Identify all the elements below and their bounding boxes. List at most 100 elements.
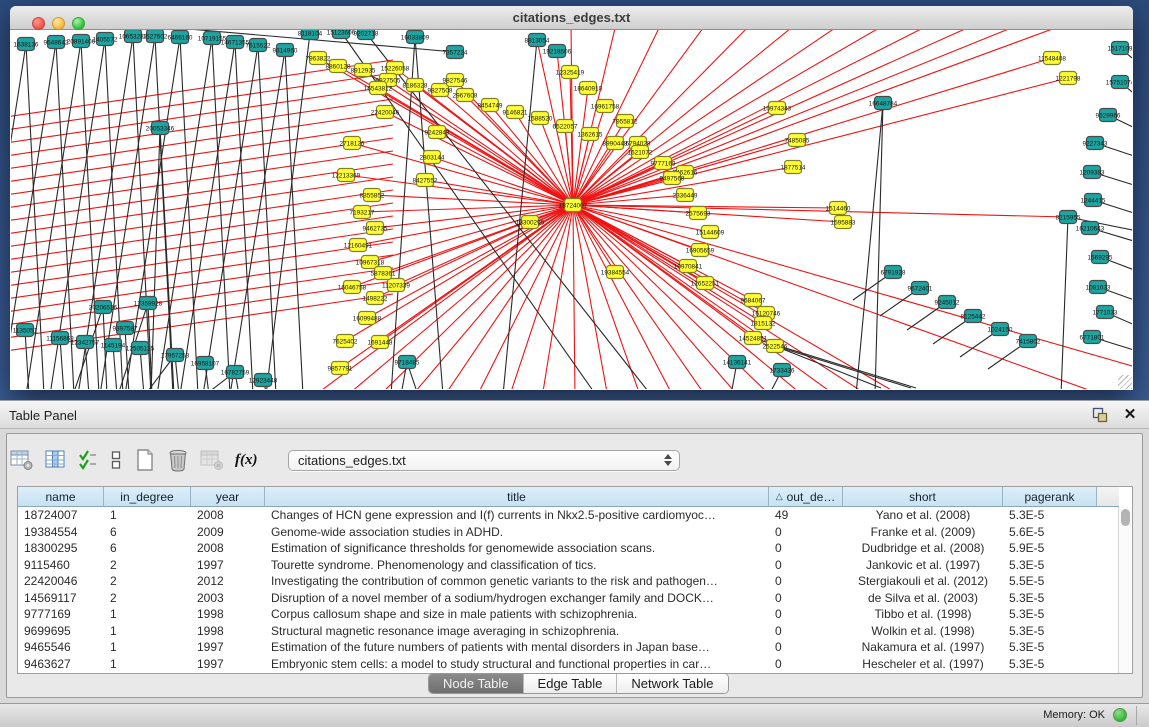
graph-node-teal[interactable]: 8118104 [298, 30, 323, 40]
cell-pagerank[interactable]: 5.3E-5 [1003, 623, 1097, 640]
table-row[interactable]: 969969511998Structural magnetic resonanc… [18, 623, 1119, 640]
graph-node-yellow[interactable]: 1514460 [826, 202, 851, 215]
column-header-in_degree[interactable]: in_degree [104, 487, 191, 507]
graph-node-yellow[interactable]: 6522057 [553, 120, 578, 133]
graph-edge[interactable] [542, 205, 573, 389]
cell-out_de[interactable]: 0 [769, 540, 843, 557]
graph-node-teal[interactable]: 14136141 [723, 356, 752, 369]
graph-node-yellow[interactable]: 8427552 [413, 174, 438, 187]
cell-year[interactable]: 2003 [191, 590, 265, 607]
graph-node-teal[interactable]: 9245012 [935, 296, 960, 309]
cell-out_de[interactable]: 0 [769, 557, 843, 574]
graph-node-yellow[interactable]: 9462735 [363, 222, 388, 235]
cell-in_degree[interactable]: 2 [104, 573, 191, 590]
cell-title[interactable]: Tourette syndrome. Phenomenology and cla… [265, 557, 769, 574]
graph-node-yellow[interactable]: 8860128 [326, 60, 351, 73]
cell-out_de[interactable]: 49 [769, 507, 843, 524]
cell-name[interactable]: 9115460 [18, 557, 104, 574]
cell-pagerank[interactable]: 5.5E-5 [1003, 573, 1097, 590]
graph-node-yellow[interactable]: 18640910 [574, 82, 603, 95]
cell-short[interactable]: Franke et al. (2009) [843, 524, 1003, 541]
cell-short[interactable]: Dudbridge et al. (2008) [843, 540, 1003, 557]
delete-column-trash-icon[interactable] [167, 448, 189, 472]
graph-node-teal[interactable]: 7357224 [443, 46, 468, 59]
cell-title[interactable]: Embryonic stem cells: a model to study s… [265, 656, 769, 673]
column-header-pagerank[interactable]: pagerank [1003, 487, 1097, 507]
graph-edge[interactable] [573, 30, 1066, 205]
graph-node-yellow[interactable]: 2336449 [673, 189, 698, 202]
cell-year[interactable]: 1997 [191, 656, 265, 673]
table-row[interactable]: 1938455462009Genome-wide association stu… [18, 524, 1119, 541]
cell-name[interactable]: 22420046 [18, 573, 104, 590]
graph-edge[interactable] [503, 40, 537, 389]
graph-node-yellow[interactable]: 7193217 [350, 206, 375, 219]
graph-node-yellow[interactable]: 9857791 [328, 362, 353, 375]
graph-node-teal[interactable]: 1024150 [988, 323, 1013, 336]
graph-node-yellow[interactable]: 8912935 [351, 64, 376, 77]
graph-node-teal[interactable]: 9227343 [1083, 137, 1108, 150]
graph-edge[interactable] [573, 205, 1068, 217]
graph-node-yellow[interactable]: 16099488 [353, 312, 382, 325]
cell-out_de[interactable]: 0 [769, 656, 843, 673]
graph-edge[interactable] [60, 338, 64, 389]
cell-pagerank[interactable]: 5.6E-5 [1003, 524, 1097, 541]
row-height-icon[interactable] [109, 448, 123, 472]
graph-node-teal[interactable]: 6771801 [1080, 331, 1105, 344]
column-header-title[interactable]: title [265, 487, 769, 507]
cell-name[interactable]: 9463627 [18, 656, 104, 673]
tab-edge-table[interactable]: Edge Table [524, 674, 618, 693]
cell-short[interactable]: Jankovic et al. (1997) [843, 557, 1003, 574]
table-row[interactable]: 946362711997Embryonic stem cells: a mode… [18, 656, 1119, 673]
graph-node-teal[interactable]: 1527602 [143, 30, 168, 43]
graph-edge[interactable] [25, 330, 29, 389]
cell-out_de[interactable]: 0 [769, 573, 843, 590]
cell-title[interactable]: Estimation of the future numbers of pati… [265, 639, 769, 656]
graph-node-teal[interactable]: 8813054 [525, 34, 550, 47]
table-row[interactable]: 1830029562008Estimation of significance … [18, 540, 1119, 557]
cell-name[interactable]: 9465546 [18, 639, 104, 656]
graph-node-teal[interactable]: 1733426 [770, 364, 795, 377]
graph-node-teal[interactable]: 9648642 [44, 36, 69, 49]
cell-name[interactable]: 9699695 [18, 623, 104, 640]
graph-node-yellow[interactable]: 8186328 [403, 79, 428, 92]
cell-short[interactable]: Nakamura et al. (1997) [843, 639, 1003, 656]
graph-node-teal[interactable]: 12923448 [249, 374, 278, 387]
graph-node-teal[interactable]: 9202718 [354, 30, 379, 40]
graph-node-yellow[interactable]: 8990448 [603, 137, 628, 150]
cell-pagerank[interactable]: 5.3E-5 [1003, 656, 1097, 673]
cell-in_degree[interactable]: 6 [104, 540, 191, 557]
graph-node-yellow[interactable]: 16046758 [338, 281, 367, 294]
graph-node-teal[interactable]: 16782759 [221, 366, 250, 379]
graph-node-yellow[interactable]: 1362615 [578, 128, 603, 141]
cell-title[interactable]: Changes of HCN gene expression and I(f) … [265, 507, 769, 524]
cell-name[interactable]: 18724007 [18, 507, 104, 524]
graph-node-yellow[interactable]: 8454749 [478, 99, 503, 112]
graph-node-teal[interactable]: 8215955 [1056, 211, 1081, 224]
cell-short[interactable]: Yano et al. (2008) [843, 507, 1003, 524]
graph-node-yellow[interactable]: 1877514 [781, 161, 806, 174]
cell-in_degree[interactable]: 2 [104, 590, 191, 607]
cell-title[interactable]: Disruption of a novel member of a sodium… [265, 590, 769, 607]
cell-in_degree[interactable]: 1 [104, 507, 191, 524]
graph-node-yellow[interactable]: 1588520 [528, 112, 553, 125]
graph-node-teal[interactable]: 9672401 [908, 282, 933, 295]
table-row[interactable]: 1872400712008Changes of HCN gene express… [18, 507, 1119, 524]
cell-year[interactable]: 1997 [191, 557, 265, 574]
cell-year[interactable]: 2008 [191, 507, 265, 524]
column-select-checklist-icon[interactable] [78, 448, 98, 472]
cell-in_degree[interactable]: 2 [104, 557, 191, 574]
close-panel-icon[interactable]: ✕ [1121, 406, 1139, 424]
graph-node-yellow[interactable]: 1221798 [1056, 72, 1081, 85]
graph-node-teal[interactable]: 20891406 [67, 35, 96, 48]
graph-node-teal[interactable]: 1517109 [1108, 42, 1132, 55]
graph-edge[interactable] [573, 205, 766, 313]
graph-node-teal[interactable]: 16033809 [401, 31, 430, 44]
graph-node-teal[interactable]: 7415802 [1016, 335, 1041, 348]
graph-node-yellow[interactable]: 9684067 [741, 294, 766, 307]
graph-edge[interactable] [388, 80, 573, 205]
graph-edge[interactable] [573, 205, 1132, 370]
graph-node-teal[interactable]: 1135051 [13, 324, 38, 337]
graph-node-teal[interactable]: 7615522 [246, 39, 271, 52]
network-window-titlebar[interactable]: citations_edges.txt [10, 6, 1133, 30]
table-row[interactable]: 977716911998Corpus callosum shape and si… [18, 606, 1119, 623]
